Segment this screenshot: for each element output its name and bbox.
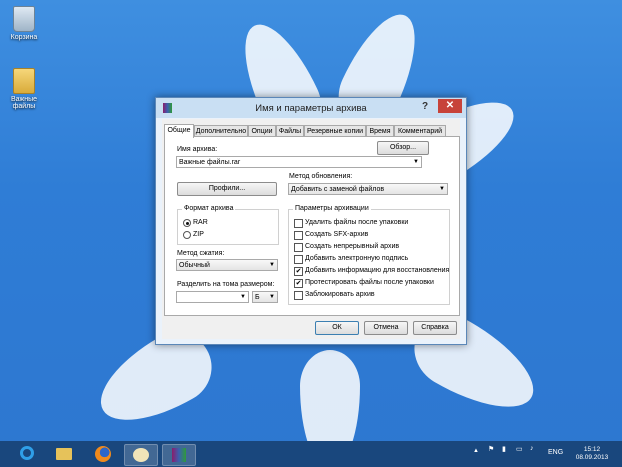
checkbox-sfx[interactable] — [294, 231, 303, 240]
checkbox-sfx-label: Создать SFX-архив — [305, 231, 369, 238]
taskbar: ▲ ⚑ ▮ ▭ ♪ ENG 15:12 08.09.2013 — [0, 441, 622, 467]
archive-format-group: Формат архива RAR ZIP — [177, 205, 279, 245]
checkbox-solid[interactable] — [294, 243, 303, 252]
checkbox-delete-files-label: Удалить файлы после упаковки — [305, 219, 409, 226]
clock-time: 15:12 — [583, 446, 601, 453]
dialog-title: Имя и параметры архива — [255, 103, 367, 114]
cancel-button[interactable]: Отмена — [364, 321, 408, 335]
update-method-select[interactable]: Добавить с заменой файлов ▼ — [288, 183, 448, 195]
checkbox-lock-label: Заблокировать архив — [305, 291, 375, 298]
tab-general[interactable]: Общие — [164, 124, 194, 138]
language-indicator[interactable]: ENG — [548, 449, 563, 456]
profiles-button[interactable]: Профили... — [177, 182, 277, 196]
compression-value: Обычный — [179, 262, 210, 269]
split-unit-select[interactable]: Б ▼ — [252, 291, 278, 303]
archive-name-value: Важные файлы.rar — [179, 159, 241, 166]
chevron-down-icon: ▼ — [269, 294, 275, 300]
chevron-down-icon: ▼ — [240, 294, 246, 300]
group-title: Параметры архивации — [293, 205, 371, 212]
close-button[interactable]: ✕ — [438, 99, 462, 113]
folder-icon — [13, 68, 35, 94]
ok-button[interactable]: ОК — [315, 321, 359, 335]
split-unit-value: Б — [255, 294, 260, 301]
chevron-down-icon: ▼ — [413, 159, 419, 165]
update-method-value: Добавить с заменой файлов — [291, 186, 385, 193]
browse-button[interactable]: Обзор... — [377, 141, 429, 155]
archive-name-label: Имя архива: — [177, 146, 218, 153]
battery-icon[interactable]: ▭ — [516, 445, 523, 453]
general-tab-panel: Обзор... Имя архива: Важные файлы.rar ▼ … — [164, 136, 460, 316]
desktop-icon-label: Важные файлы — [10, 96, 38, 110]
checkbox-lock[interactable] — [294, 291, 303, 300]
help-icon[interactable]: ? — [422, 101, 428, 112]
split-size-input[interactable]: ▼ — [176, 291, 249, 303]
internet-explorer-icon[interactable] — [12, 444, 44, 464]
group-title: Формат архива — [182, 205, 236, 212]
checkbox-test-label: Протестировать файлы после упаковки — [305, 279, 434, 286]
clock[interactable]: 15:12 08.09.2013 — [572, 446, 612, 462]
archive-params-group: Параметры архивации Удалить файлы после … — [288, 205, 450, 305]
radio-zip[interactable] — [183, 231, 191, 239]
radio-rar-label: RAR — [193, 219, 208, 226]
update-method-label: Метод обновления: — [289, 173, 353, 180]
checkbox-delete-files[interactable] — [294, 219, 303, 228]
explorer-folder-icon[interactable] — [48, 444, 80, 464]
dialog-titlebar[interactable]: Имя и параметры архива ? ✕ — [156, 98, 466, 118]
winrar-taskbar-icon[interactable] — [162, 444, 196, 466]
checkbox-test[interactable] — [294, 279, 303, 288]
paint-icon[interactable] — [124, 444, 158, 466]
clock-date: 08.09.2013 — [575, 454, 609, 461]
checkbox-signature[interactable] — [294, 255, 303, 264]
chevron-down-icon: ▼ — [269, 262, 275, 268]
checkbox-recovery-label: Добавить информацию для восстановления — [305, 267, 450, 274]
firefox-icon[interactable] — [87, 444, 119, 464]
volume-icon[interactable]: ♪ — [530, 445, 534, 452]
archive-dialog: Имя и параметры архива ? ✕ Общие Дополни… — [155, 97, 467, 345]
checkbox-signature-label: Добавить электронную подпись — [305, 255, 409, 262]
action-center-icon[interactable]: ⚑ — [488, 445, 494, 453]
trash-icon — [13, 6, 35, 32]
checkbox-recovery[interactable] — [294, 267, 303, 276]
radio-zip-label: ZIP — [193, 231, 204, 238]
desktop-icon-label: Корзина — [10, 34, 38, 41]
checkbox-solid-label: Создать непрерывный архив — [305, 243, 400, 250]
network-icon[interactable]: ▮ — [502, 445, 506, 453]
chevron-down-icon: ▼ — [439, 186, 445, 192]
compression-select[interactable]: Обычный ▼ — [176, 259, 278, 271]
recycle-bin-icon[interactable]: Корзина — [4, 6, 44, 41]
folder-shortcut[interactable]: Важные файлы — [4, 68, 44, 110]
help-button[interactable]: Справка — [413, 321, 457, 335]
compression-label: Метод сжатия: — [177, 250, 225, 257]
split-label: Разделить на тома размером: — [177, 281, 275, 288]
archive-name-input[interactable]: Важные файлы.rar ▼ — [176, 156, 422, 168]
tray-expand-icon[interactable]: ▲ — [473, 448, 479, 454]
radio-rar[interactable] — [183, 219, 191, 227]
